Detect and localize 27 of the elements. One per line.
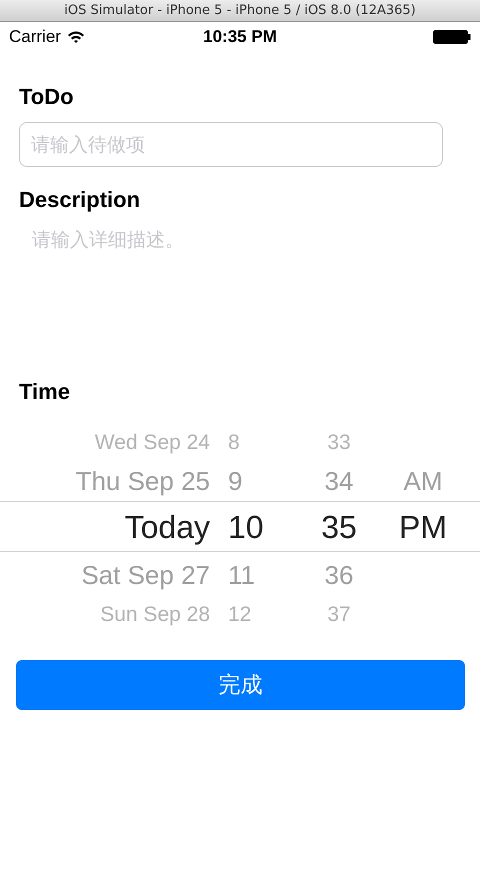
picker-minute[interactable]: 37 [327, 604, 351, 624]
picker-date[interactable]: Today [124, 510, 210, 542]
carrier-label: Carrier [9, 27, 61, 47]
picker-hour[interactable]: 9 [228, 468, 242, 494]
picker-period[interactable]: PM [399, 510, 447, 542]
picker-hour[interactable]: 11 [228, 562, 255, 588]
picker-minute[interactable]: 33 [327, 432, 351, 452]
picker-date[interactable]: Sat Sep 27 [81, 562, 210, 588]
done-button[interactable]: 完成 [16, 660, 465, 710]
window-title: iOS Simulator - iPhone 5 - iPhone 5 / iOS 8.0 (12A365) [64, 3, 416, 18]
picker-minute[interactable]: 35 [321, 510, 357, 542]
picker-hour[interactable]: 8 [228, 432, 240, 452]
picker-period[interactable]: AM [404, 468, 442, 494]
picker-minute[interactable]: 36 [324, 562, 354, 588]
picker-date[interactable]: Sun Sep 28 [100, 604, 210, 624]
wifi-icon [66, 30, 85, 44]
todo-label: ToDo [19, 84, 75, 110]
picker-hour[interactable]: 12 [228, 604, 252, 624]
todo-input-field[interactable]: 请输入待做项 [19, 122, 443, 167]
picker-date[interactable]: Thu Sep 25 [76, 468, 210, 494]
battery-icon [433, 30, 471, 44]
description-label: Description [19, 187, 142, 213]
status-time: 10:35 PM [203, 27, 277, 47]
picker-hour[interactable]: 10 [228, 510, 264, 542]
picker-date[interactable]: Wed Sep 24 [94, 432, 210, 452]
picker-minute[interactable]: 34 [324, 468, 354, 494]
time-label: Time [19, 379, 71, 405]
